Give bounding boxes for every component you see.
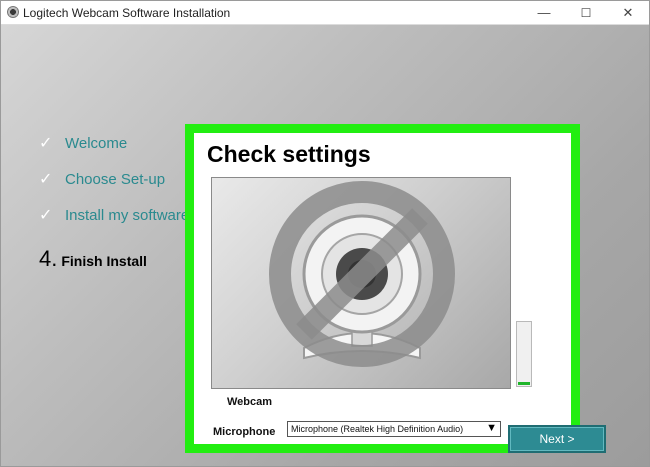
installer-content: ✓ Welcome ✓ Choose Set-up ✓ Install my soft… xyxy=(1,25,649,466)
step-label: Welcome xyxy=(65,135,128,152)
minimize-button[interactable]: — xyxy=(529,3,559,23)
check-settings-panel: Check settings Webcam Microphone Microph… xyxy=(185,124,580,453)
webcam-disabled-icon xyxy=(269,181,455,367)
panel-title: Check settings xyxy=(207,141,371,167)
step-label: Choose Set-up xyxy=(65,171,166,188)
step-finish-install: 4. Finish Install xyxy=(39,246,147,272)
installer-window: Logitech Webcam Software Installation — … xyxy=(0,0,650,467)
microphone-level-fill xyxy=(518,382,530,385)
window-title: Logitech Webcam Software Installation xyxy=(23,6,231,20)
microphone-label: Microphone xyxy=(213,426,276,438)
microphone-selected-value: Microphone (Realtek High Definition Audi… xyxy=(291,424,464,434)
checkmark-icon: ✓ xyxy=(39,135,53,152)
title-bar: Logitech Webcam Software Installation — … xyxy=(1,1,649,25)
checkmark-icon: ✓ xyxy=(39,207,53,224)
maximize-button[interactable]: ☐ xyxy=(571,3,601,23)
step-number: 4. xyxy=(39,246,58,271)
webcam-preview xyxy=(211,177,511,389)
next-button[interactable]: Next > xyxy=(508,425,606,453)
chevron-down-icon: ▼ xyxy=(486,422,497,434)
step-welcome: ✓ Welcome xyxy=(39,133,127,153)
step-label: Install my software xyxy=(65,207,190,224)
webcam-app-icon xyxy=(7,6,19,18)
close-button[interactable]: ✕ xyxy=(613,3,643,23)
step-choose-setup: ✓ Choose Set-up xyxy=(39,169,165,189)
step-install-software: ✓ Install my software xyxy=(39,205,189,225)
webcam-label: Webcam xyxy=(227,396,273,408)
microphone-level-meter xyxy=(516,321,532,387)
step-label: Finish Install xyxy=(61,253,147,269)
checkmark-icon: ✓ xyxy=(39,171,53,188)
microphone-select[interactable]: Microphone (Realtek High Definition Audi… xyxy=(287,421,501,437)
